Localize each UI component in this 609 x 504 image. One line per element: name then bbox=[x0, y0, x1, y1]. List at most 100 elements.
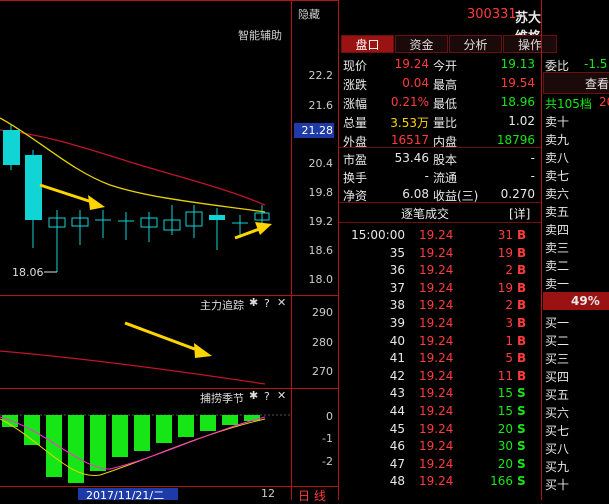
tick-side: S bbox=[517, 421, 526, 436]
quote-value: - bbox=[424, 169, 429, 183]
tick-row[interactable]: 42 19.24 11 B bbox=[339, 367, 541, 386]
sub1-tick: 280 bbox=[312, 336, 333, 349]
tick-price: 19.24 bbox=[419, 280, 454, 295]
buy-level[interactable]: 买四 bbox=[541, 367, 609, 384]
quote-row: 涨跌 0.04 最高 19.54 bbox=[339, 73, 541, 93]
sub1-svg bbox=[0, 321, 266, 385]
tick-price: 19.24 bbox=[419, 245, 454, 260]
buy-level[interactable]: 买七 bbox=[541, 421, 609, 438]
sell-level[interactable]: 卖二 bbox=[541, 256, 609, 273]
tick-volume: 2 bbox=[505, 298, 513, 313]
divider bbox=[339, 202, 541, 203]
buy-level[interactable]: 买一 bbox=[541, 313, 609, 330]
sell-level[interactable]: 卖九 bbox=[541, 130, 609, 147]
quote-label: 总量 bbox=[343, 116, 368, 130]
tab-analysis[interactable]: 分析 bbox=[449, 35, 502, 53]
tick-side: B bbox=[517, 351, 527, 366]
tick-row[interactable]: 40 19.24 1 B bbox=[339, 332, 541, 351]
kline-chart-panel[interactable]: 隐藏 智能辅助 22.2 21.6 21.28 20.4 19.8 19.2 1… bbox=[0, 0, 339, 503]
tick-row[interactable]: 41 19.24 5 B bbox=[339, 349, 541, 368]
period-button[interactable]: 日 线 bbox=[298, 487, 326, 504]
tick-time: 37 bbox=[389, 280, 405, 295]
orderbook-panel: 委比 -1.5 查看 共105档 20 卖十卖九卖八卖七卖六卖五卖四卖三卖二卖一… bbox=[541, 0, 609, 500]
quote-value: 0.270 bbox=[500, 187, 535, 201]
stock-code: 300331 bbox=[467, 7, 517, 22]
buy-level-label: 买八 bbox=[545, 442, 570, 456]
trend-arrow bbox=[124, 321, 201, 353]
tick-time: 15:00:00 bbox=[351, 228, 405, 242]
tick-volume: 3 bbox=[505, 316, 513, 330]
count-label: 12 bbox=[261, 487, 275, 500]
tick-row[interactable]: 47 19.24 20 S bbox=[339, 455, 541, 474]
buy-level[interactable]: 买三 bbox=[541, 349, 609, 366]
sell-level[interactable]: 卖三 bbox=[541, 238, 609, 255]
buy-level[interactable]: 买六 bbox=[541, 403, 609, 420]
price-tick: 22.2 bbox=[308, 69, 334, 82]
buy-level[interactable]: 买五 bbox=[541, 385, 609, 402]
macd-bar bbox=[156, 415, 172, 443]
quote-label: 量比 bbox=[433, 116, 458, 130]
tick-volume: 20 bbox=[497, 421, 513, 436]
tick-time: 36 bbox=[389, 263, 405, 278]
sell-level[interactable]: 卖七 bbox=[541, 166, 609, 183]
axis-divider bbox=[291, 0, 292, 500]
weibi-value: -1.5 bbox=[584, 57, 608, 71]
tick-row[interactable]: 38 19.24 2 B bbox=[339, 296, 541, 315]
tick-time: 48 bbox=[389, 474, 405, 489]
sub2-tick: -1 bbox=[322, 432, 333, 445]
tick-row[interactable]: 48 19.24 166 S bbox=[339, 472, 541, 491]
tab-funds[interactable]: 资金 bbox=[395, 35, 448, 53]
sell-level[interactable]: 卖四 bbox=[541, 220, 609, 237]
tick-row[interactable]: 15:00:00 19.24 31 B bbox=[339, 226, 541, 245]
buy-level-label: 买一 bbox=[545, 316, 570, 330]
sell-level[interactable]: 卖一 bbox=[541, 274, 609, 291]
tab-handicap[interactable]: 盘口 bbox=[341, 35, 394, 53]
candle-body bbox=[25, 155, 42, 220]
macd-bar bbox=[90, 415, 106, 471]
sell-level[interactable]: 卖十 bbox=[541, 112, 609, 129]
candle-body bbox=[209, 215, 225, 220]
tick-row[interactable]: 36 19.24 2 B bbox=[339, 261, 541, 280]
tick-row[interactable]: 43 19.24 15 S bbox=[339, 384, 541, 403]
buy-level-label: 买六 bbox=[545, 406, 570, 420]
ratio-value: 49% bbox=[571, 294, 600, 308]
quote-value: - bbox=[530, 169, 535, 183]
buy-level[interactable]: 买八 bbox=[541, 439, 609, 456]
tick-row[interactable]: 35 19.24 19 B bbox=[339, 244, 541, 263]
tick-price: 19.24 bbox=[419, 351, 454, 366]
sell-level-label: 卖四 bbox=[545, 223, 570, 237]
tick-row[interactable]: 45 19.24 20 S bbox=[339, 420, 541, 439]
ticks-title[interactable]: 逐笔成交 bbox=[401, 205, 449, 222]
tick-side: B bbox=[517, 368, 527, 383]
ticks-detail-link[interactable]: [详] bbox=[509, 205, 530, 222]
tick-side: B bbox=[517, 316, 527, 330]
trend-arrow-head bbox=[255, 222, 272, 235]
view-button[interactable]: 查看 bbox=[585, 75, 609, 92]
current-price-tick: 21.28 bbox=[301, 124, 334, 137]
tick-row[interactable]: 39 19.24 3 B bbox=[339, 314, 541, 333]
macd-bar bbox=[112, 415, 128, 457]
tick-time: 40 bbox=[389, 333, 405, 348]
hide-button[interactable]: 隐藏 bbox=[298, 6, 320, 22]
buy-level[interactable]: 买十 bbox=[541, 475, 609, 492]
sell-level-label: 卖五 bbox=[545, 205, 570, 219]
tick-volume: 20 bbox=[497, 456, 513, 471]
sub2-tick: 0 bbox=[326, 410, 333, 423]
tick-row[interactable]: 44 19.24 15 S bbox=[339, 402, 541, 421]
buy-level-label: 买七 bbox=[545, 424, 570, 438]
price-tick: 18.0 bbox=[308, 273, 334, 286]
quote-label: 今开 bbox=[433, 59, 458, 73]
sell-level[interactable]: 卖六 bbox=[541, 184, 609, 201]
tick-side: B bbox=[517, 333, 527, 348]
tick-row[interactable]: 37 19.24 19 B bbox=[339, 279, 541, 298]
quote-label: 最高 bbox=[433, 78, 458, 92]
sell-level[interactable]: 卖八 bbox=[541, 148, 609, 165]
sell-level[interactable]: 卖五 bbox=[541, 202, 609, 219]
sub1-tick: 290 bbox=[312, 306, 333, 319]
tick-row[interactable]: 46 19.24 30 S bbox=[339, 437, 541, 456]
tick-price: 19.24 bbox=[419, 333, 454, 348]
buy-level[interactable]: 买二 bbox=[541, 331, 609, 348]
buy-level[interactable]: 买九 bbox=[541, 457, 609, 474]
macd-bar bbox=[222, 415, 238, 425]
tick-side: S bbox=[517, 404, 526, 418]
